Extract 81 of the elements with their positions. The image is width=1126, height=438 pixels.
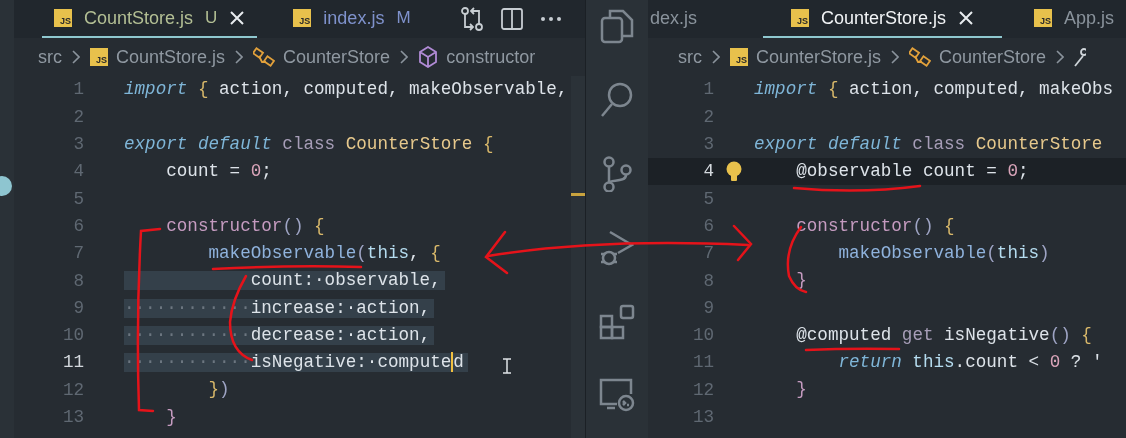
line-number: 1 [72,78,84,102]
code-line: export default class CounterStore { [124,134,495,154]
lightbulb-icon[interactable] [726,160,742,183]
line-number: 11 [691,351,714,375]
text-cursor-icon [502,358,512,374]
chevron-icon [1056,50,1065,64]
chevron-icon [235,50,244,64]
run-debug-icon[interactable] [600,230,634,266]
line-number: 13 [61,406,84,429]
line-number: 7 [702,242,714,266]
javascript-file-icon: JS [730,48,748,66]
compare-changes-icon[interactable] [461,7,483,31]
code-line: count = 0; [165,162,273,182]
breadcrumb-item[interactable]: src [678,43,702,71]
editor-tab[interactable]: JS App.js [1021,0,1126,38]
editor-tab[interactable]: JS index.js M [281,0,423,38]
chevron-icon [72,50,80,64]
code-line: @computed get isNegative() { [795,325,1093,345]
javascript-file-icon: JS [54,9,72,27]
line-number: 4 [702,160,714,184]
line-number: 3 [72,133,84,157]
more-actions-icon[interactable] [541,17,561,21]
code-line: } [795,380,808,400]
line-number: 6 [702,214,714,238]
search-icon[interactable] [600,82,634,118]
chevron-icon [891,50,900,64]
breadcrumb-item[interactable]: JS CountStore.js [90,43,226,71]
files-icon[interactable] [600,8,634,44]
editor-tab[interactable]: dex.js [648,0,743,38]
class-icon [909,47,932,67]
code-line: makeObservable(this, { [207,243,442,263]
code-line: }) [207,380,231,400]
code-line: import { action, computed, makeObs [754,80,1114,100]
code-line: constructor() { [165,216,326,236]
split-editor-icon[interactable] [501,8,523,30]
extensions-icon[interactable] [599,304,635,340]
line-number: 4 [72,160,84,184]
javascript-file-icon: JS [790,9,809,27]
breadcrumb-item[interactable]: CounterStore [909,43,1047,71]
javascript-file-icon: JS [90,48,108,66]
line-number: 7 [72,242,84,266]
line-number: 6 [72,214,84,238]
line-number: 11 [61,351,84,375]
source-control-icon[interactable] [602,156,632,192]
line-number: 2 [702,105,714,129]
editor-tab[interactable]: JS CounterStore.js [762,0,1002,38]
git-status-letter: M [396,7,411,30]
line-number: 1 [702,78,714,102]
javascript-file-icon: JS [293,9,312,27]
code-line: constructor() { [795,216,956,236]
code-line: makeObservable(this) [837,243,1051,263]
line-number: 9 [72,296,84,320]
line-number: 10 [61,324,84,348]
code-line: } [165,407,178,427]
line-number: 8 [72,269,84,293]
breadcrumb-item[interactable]: JS CounterStore.js [730,43,882,71]
line-number: 5 [702,187,714,211]
git-status-letter: U [205,7,218,30]
code-line: return this.count < 0 ? ' [837,353,1104,373]
editor-tab[interactable]: JS CountStore.js U [42,0,258,38]
line-number: 10 [691,324,714,348]
class-icon [253,47,276,67]
code-line: import { action, computed, makeObservable, [124,80,569,100]
cube-icon [418,46,439,68]
line-number: 2 [72,105,84,129]
javascript-file-icon: JS [1033,9,1052,27]
breadcrumb-item[interactable]: constructor [418,43,536,71]
line-number: 12 [691,378,714,402]
breadcrumb-item[interactable]: CounterStore [253,43,391,71]
line-number: 3 [702,133,714,157]
chevron-icon [400,50,409,64]
line-number: 9 [702,296,714,320]
code-line: export default class CounterStore [754,134,1104,154]
line-number: 8 [702,269,714,293]
remote-explorer-icon[interactable] [599,378,635,412]
line-number: 5 [72,187,84,211]
code-line: @observable count = 0; [795,162,1030,182]
breadcrumb-item[interactable]: src [38,43,62,71]
line-number: 13 [691,406,714,429]
line-number: 12 [61,378,84,402]
chevron-icon [712,50,720,64]
